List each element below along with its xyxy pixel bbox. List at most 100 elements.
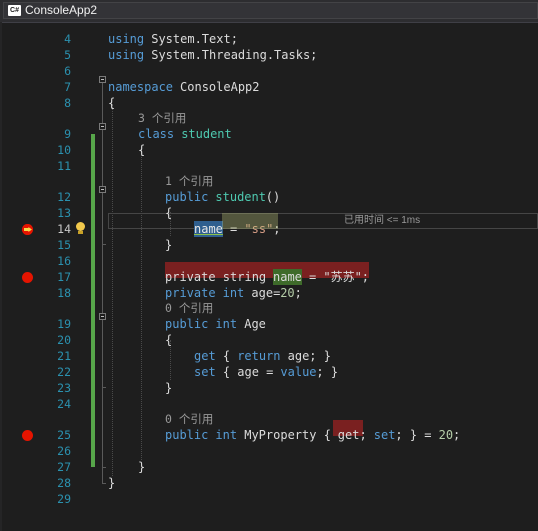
code-token: 20 — [280, 286, 295, 300]
code-token: get — [194, 349, 216, 363]
statement-highlight — [222, 213, 278, 229]
code-token: ; } = — [395, 428, 439, 442]
fold-line — [102, 83, 103, 483]
code-token: return — [237, 349, 281, 363]
code-token: MyProperty { — [237, 428, 339, 442]
line-number: 13 — [57, 206, 71, 220]
line-number: 5 — [64, 48, 71, 62]
line-number: 22 — [57, 365, 71, 379]
fold-toggle-property[interactable] — [99, 313, 106, 320]
line-number: 28 — [57, 476, 71, 490]
csharp-project-icon: C# — [8, 5, 21, 16]
code-token: { — [138, 143, 146, 157]
navigation-bar: C# ConsoleApp2 — [0, 0, 538, 23]
line-number: 17 — [57, 270, 71, 284]
code-token: System.Threading.Tasks; — [144, 48, 318, 62]
line-number: 18 — [57, 286, 71, 300]
bulb-glass — [76, 222, 85, 231]
code-token: { — [215, 349, 238, 363]
code-token: get; — [337, 428, 367, 442]
code-token: value — [280, 365, 317, 379]
line-number: 7 — [64, 80, 71, 94]
fold-end-marker — [102, 483, 106, 484]
line-number: 15 — [57, 238, 71, 252]
code-token: { — [165, 333, 173, 347]
code-token: "苏苏" — [323, 270, 362, 284]
code-token: public — [165, 190, 209, 204]
code-token: } — [165, 238, 173, 252]
code-token: name — [273, 269, 302, 285]
line-number: 10 — [57, 143, 71, 157]
codelens-references[interactable]: 0 个引用 — [165, 300, 213, 316]
code-token: student — [215, 190, 266, 204]
codelens-references[interactable]: 1 个引用 — [165, 173, 213, 189]
code-token: set — [373, 428, 396, 442]
fold-toggle-namespace[interactable] — [99, 76, 106, 83]
code-token: ; — [453, 428, 461, 442]
indent-guide — [112, 104, 113, 476]
code-token: private string — [165, 270, 274, 284]
line-number: 19 — [57, 317, 71, 331]
code-token: name — [194, 221, 223, 237]
code-token: ; — [294, 286, 302, 300]
changed-lines-indicator — [91, 134, 95, 467]
code-token: } — [108, 476, 116, 490]
breakpoint-icon[interactable] — [22, 430, 33, 441]
elapsed-time-tip: 已用时间 <= 1ms — [344, 215, 421, 226]
line-number: 27 — [57, 460, 71, 474]
code-token: age= — [244, 286, 281, 300]
code-token: private — [165, 286, 216, 300]
code-token: using — [108, 32, 145, 46]
line-number: 6 — [64, 64, 71, 78]
code-token: int — [222, 286, 245, 300]
code-token: Age — [237, 317, 266, 331]
code-token: set — [194, 365, 216, 379]
code-token: { age = — [215, 365, 281, 379]
indent-guide — [141, 150, 142, 460]
codelens-references[interactable]: 3 个引用 — [138, 110, 186, 126]
code-token: public — [165, 428, 209, 442]
code-token: } — [138, 460, 146, 474]
lightbulb-icon[interactable] — [75, 222, 86, 235]
code-token: } — [165, 381, 173, 395]
fold-end-marker — [102, 387, 106, 388]
fold-toggle-class[interactable] — [99, 123, 106, 130]
codelens-references[interactable]: 0 个引用 — [165, 411, 213, 427]
code-token: namespace — [108, 80, 174, 94]
code-token: student — [181, 127, 232, 141]
line-number: 12 — [57, 190, 71, 204]
line-number: 24 — [57, 397, 71, 411]
line-number: 8 — [64, 96, 71, 110]
project-name: ConsoleApp2 — [25, 3, 98, 17]
code-token: () — [265, 190, 281, 204]
code-token: = — [301, 270, 324, 284]
code-token: int — [215, 428, 238, 442]
line-number: 16 — [57, 254, 71, 268]
code-token: using — [108, 48, 145, 62]
line-number: 21 — [57, 349, 71, 363]
project-dropdown[interactable]: C# ConsoleApp2 — [3, 2, 538, 19]
bulb-base — [78, 231, 83, 234]
code-token: class — [138, 127, 175, 141]
fold-end-marker — [102, 467, 106, 468]
breakpoint-icon[interactable] — [22, 272, 33, 283]
fold-toggle-constructor[interactable] — [99, 186, 106, 193]
current-line-highlight — [108, 213, 538, 229]
code-token: 20 — [438, 428, 454, 442]
line-number: 14 — [57, 222, 71, 236]
code-token: { — [108, 96, 116, 110]
line-number: 4 — [64, 32, 71, 46]
code-token: public — [165, 317, 209, 331]
editor-left-strip — [0, 22, 2, 531]
code-token: ; } — [316, 365, 339, 379]
code-token: System.Text; — [144, 32, 238, 46]
line-number: 20 — [57, 333, 71, 347]
line-number: 29 — [57, 492, 71, 506]
line-number: 25 — [57, 428, 71, 442]
current-breakpoint-icon[interactable] — [22, 224, 33, 235]
